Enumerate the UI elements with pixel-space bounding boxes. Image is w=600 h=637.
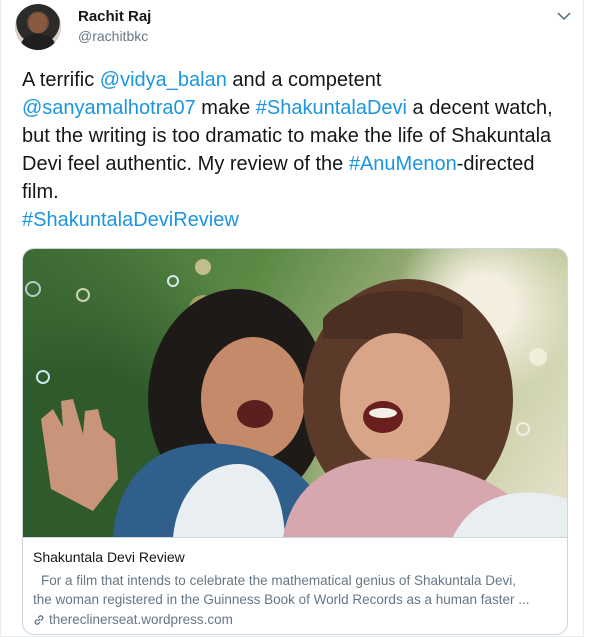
tweet-text-part: make [195, 97, 256, 119]
chevron-down-icon [557, 12, 571, 21]
author-handle[interactable]: @rachitbkc [78, 28, 148, 44]
tweet-text-part: and a competent [226, 69, 382, 91]
card-image-illustration [25, 259, 567, 537]
author-name[interactable]: Rachit Raj [78, 8, 151, 25]
avatar[interactable] [15, 4, 61, 50]
tweet: Rachit Raj @rachitbkc A terrific @vidya_… [0, 0, 584, 637]
card-title[interactable]: Shakuntala Devi Review [33, 549, 185, 565]
hashtag-shakuntaladevireview[interactable]: #ShakuntalaDeviReview [22, 209, 239, 231]
card-description: For a film that intends to celebrate the… [33, 571, 559, 609]
avatar-body [21, 34, 55, 50]
mention-vidya-balan[interactable]: @vidya_balan [100, 69, 227, 91]
tweet-menu-button[interactable] [554, 8, 574, 24]
card-description-line: For a film that intends to celebrate the… [41, 573, 517, 588]
mention-sanyamalhotra07[interactable]: @sanyamalhotra07 [22, 97, 196, 119]
hashtag-anumenon[interactable]: #AnuMenon [349, 153, 457, 175]
tweet-text-part: A terrific [22, 69, 100, 91]
tweet-text: A terrific @vidya_balan and a competent … [22, 66, 567, 234]
hashtag-shakuntaladevi[interactable]: #ShakuntalaDevi [256, 97, 407, 119]
card-description-line: the woman registered in the Guinness Boo… [33, 592, 530, 607]
card-body[interactable]: Shakuntala Devi Review For a film that i… [23, 537, 567, 634]
link-icon [34, 614, 44, 625]
avatar-face [29, 13, 47, 33]
link-preview-card[interactable]: Shakuntala Devi Review For a film that i… [22, 248, 568, 635]
card-url-text[interactable]: thereclinerseat.wordpress.com [49, 612, 233, 627]
card-url[interactable]: thereclinerseat.wordpress.com [33, 612, 233, 627]
card-image[interactable] [23, 249, 567, 537]
